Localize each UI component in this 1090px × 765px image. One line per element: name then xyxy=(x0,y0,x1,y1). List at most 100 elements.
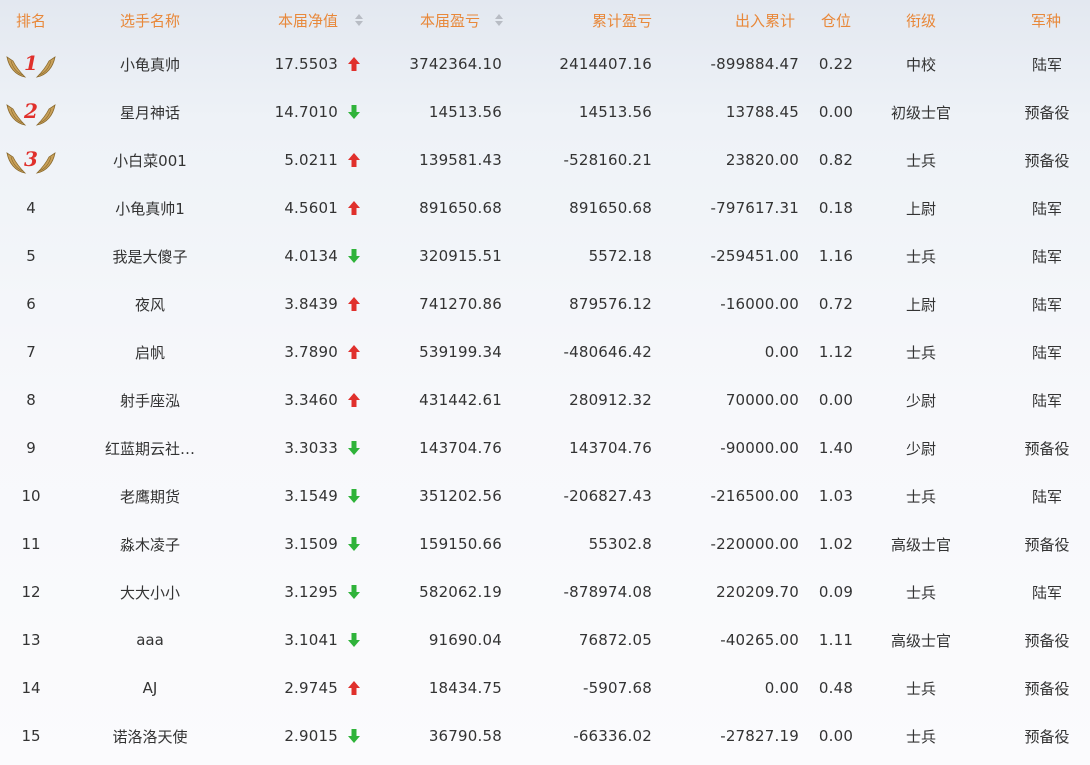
player-name-link[interactable]: AJ xyxy=(143,679,158,697)
current-pl-value: 14513.56 xyxy=(428,103,502,121)
player-name-link[interactable]: 启帆 xyxy=(135,342,165,363)
cumulative-pl-value: -206827.43 xyxy=(563,487,652,505)
trend-icon-cell xyxy=(340,616,368,664)
player-name[interactable]: 老鹰期货 xyxy=(80,472,220,520)
player-name[interactable]: 诺洛洛天使 xyxy=(80,712,220,760)
medal-icon: 1 xyxy=(6,51,56,78)
level-value: 高级士官 xyxy=(890,631,951,650)
player-name-link[interactable]: 小龟真帅 xyxy=(120,54,180,75)
rank-cell: 6 xyxy=(26,295,36,313)
player-name[interactable]: 星月神话 xyxy=(80,88,220,136)
player-name-link[interactable]: 诺洛洛天使 xyxy=(112,726,187,747)
player-name-link[interactable]: 小白菜001 xyxy=(113,150,187,171)
player-name-link[interactable]: 星月神话 xyxy=(120,102,180,123)
in-out-value: -40265.00 xyxy=(720,631,799,649)
level-value: 士兵 xyxy=(905,247,936,266)
player-name-link[interactable]: 大大小小 xyxy=(120,582,180,603)
current-pl-value: 18434.75 xyxy=(428,679,502,697)
position-value: 1.11 xyxy=(818,631,854,649)
player-name[interactable]: 大大小小 xyxy=(80,568,220,616)
sort-icon[interactable] xyxy=(355,14,363,26)
level-value: 士兵 xyxy=(905,679,936,698)
sort-current-pl-icon[interactable] xyxy=(484,0,504,40)
header-current-pl-sortable[interactable]: 本届盈亏 xyxy=(380,0,480,40)
arm-value: 陆军 xyxy=(1031,295,1062,314)
trend-icon-cell xyxy=(340,472,368,520)
table-row[interactable]: 4 小龟真帅1 4.5601 891650.68 891650.68 -7976… xyxy=(0,184,1090,232)
sort-icon[interactable] xyxy=(495,14,503,26)
player-name[interactable]: 射手座泓 xyxy=(80,376,220,424)
in-out-value: 23820.00 xyxy=(725,151,799,169)
table-row[interactable]: 2 星月神话 14.7010 14513.56 14513.56 13788.4… xyxy=(0,88,1090,136)
table-row[interactable]: 6 夜风 3.8439 741270.86 879576.12 -16000.0… xyxy=(0,280,1090,328)
player-name[interactable]: 我是大傻子 xyxy=(80,232,220,280)
table-row[interactable]: 7 启帆 3.7890 539199.34 -480646.42 0.00 1.… xyxy=(0,328,1090,376)
player-name-link[interactable]: 红蓝期云社… xyxy=(105,438,195,459)
rank-cell: 10 xyxy=(21,487,41,505)
in-out-value: 13788.45 xyxy=(725,103,799,121)
table-row[interactable]: 5 我是大傻子 4.0134 320915.51 5572.18 -259451… xyxy=(0,232,1090,280)
current-pl-value: 431442.61 xyxy=(419,391,502,409)
player-name[interactable]: 红蓝期云社… xyxy=(80,424,220,472)
up-arrow-icon xyxy=(348,393,360,407)
table-row[interactable]: 14 AJ 2.9745 18434.75 -5907.68 0.00 0.48… xyxy=(0,664,1090,712)
table-row[interactable]: 15 诺洛洛天使 2.9015 36790.58 -66336.02 -2782… xyxy=(0,712,1090,760)
in-out-value: -27827.19 xyxy=(720,727,799,745)
in-out-value: -899884.47 xyxy=(710,55,799,73)
cumulative-pl-value: -480646.42 xyxy=(563,343,652,361)
medal-rank-number: 3 xyxy=(24,147,38,171)
in-out-value: 0.00 xyxy=(764,343,799,361)
player-name[interactable]: 小龟真帅1 xyxy=(80,184,220,232)
player-name[interactable]: 小白菜001 xyxy=(80,136,220,184)
table-row[interactable]: 11 淼木凌子 3.1509 159150.66 55302.8 -220000… xyxy=(0,520,1090,568)
player-name-link[interactable]: 我是大傻子 xyxy=(112,246,187,267)
level-value: 中校 xyxy=(905,55,936,74)
player-name-link[interactable]: 射手座泓 xyxy=(120,390,180,411)
cumulative-pl-value: 76872.05 xyxy=(578,631,652,649)
level-value: 士兵 xyxy=(905,151,936,170)
trend-icon-cell xyxy=(340,520,368,568)
arm-value: 陆军 xyxy=(1031,583,1062,602)
arm-value: 预备役 xyxy=(1024,631,1070,650)
trend-icon-cell xyxy=(340,712,368,760)
nav-value: 2.9015 xyxy=(284,727,338,745)
level-value: 少尉 xyxy=(905,439,936,458)
player-name[interactable]: 启帆 xyxy=(80,328,220,376)
rank-cell: 3 xyxy=(0,136,62,184)
position-value: 0.48 xyxy=(818,679,854,697)
table-row[interactable]: 13 aaa 3.1041 91690.04 76872.05 -40265.0… xyxy=(0,616,1090,664)
header-nav-sortable[interactable]: 本届净值 xyxy=(230,0,338,40)
player-name[interactable]: 淼木凌子 xyxy=(80,520,220,568)
down-arrow-icon xyxy=(348,633,360,647)
table-row[interactable]: 8 射手座泓 3.3460 431442.61 280912.32 70000.… xyxy=(0,376,1090,424)
player-name-link[interactable]: 小龟真帅1 xyxy=(115,198,185,219)
player-name-link[interactable]: 淼木凌子 xyxy=(120,534,180,555)
arm-value: 陆军 xyxy=(1031,343,1062,362)
player-name[interactable]: 小龟真帅 xyxy=(80,40,220,88)
current-pl-value: 36790.58 xyxy=(428,727,502,745)
medal-rank-number: 2 xyxy=(23,99,38,123)
player-name[interactable]: AJ xyxy=(80,664,220,712)
sort-nav-icon[interactable] xyxy=(344,0,364,40)
player-name-link[interactable]: 夜风 xyxy=(135,294,165,315)
table-row[interactable]: 9 红蓝期云社… 3.3033 143704.76 143704.76 -900… xyxy=(0,424,1090,472)
table-header: 排名 选手名称 本届净值 本届盈亏 累计盈亏 出入累计 仓位 衔级 军种 xyxy=(0,0,1090,40)
level-value: 士兵 xyxy=(905,487,936,506)
arm-value: 陆军 xyxy=(1031,55,1062,74)
level-value: 高级士官 xyxy=(890,535,951,554)
table-row[interactable]: 3 小白菜001 5.0211 139581.43 -528160.21 238… xyxy=(0,136,1090,184)
table-row[interactable]: 1 小龟真帅 17.5503 3742364.10 2414407.16 -89… xyxy=(0,40,1090,88)
player-name-link[interactable]: aaa xyxy=(136,631,164,649)
player-name[interactable]: 夜风 xyxy=(80,280,220,328)
header-arm: 军种 xyxy=(1030,11,1061,30)
table-row[interactable]: 10 老鹰期货 3.1549 351202.56 -206827.43 -216… xyxy=(0,472,1090,520)
position-value: 1.02 xyxy=(818,535,854,553)
trend-icon-cell xyxy=(340,664,368,712)
player-name-link[interactable]: 老鹰期货 xyxy=(120,486,180,507)
table-row[interactable]: 12 大大小小 3.1295 582062.19 -878974.08 2202… xyxy=(0,568,1090,616)
player-name[interactable]: aaa xyxy=(80,616,220,664)
cumulative-pl-value: 891650.68 xyxy=(569,199,652,217)
header-position: 仓位 xyxy=(820,11,851,30)
position-value: 0.00 xyxy=(818,103,854,121)
trend-icon-cell xyxy=(340,136,368,184)
